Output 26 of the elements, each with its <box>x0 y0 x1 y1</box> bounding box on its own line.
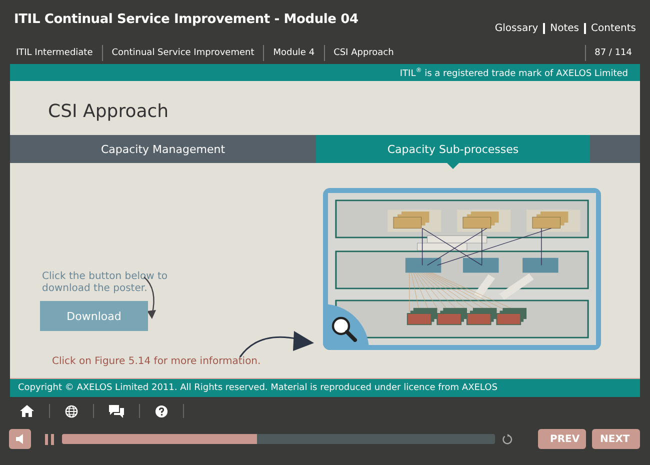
download-hint: Click the button below to download the poster. <box>42 271 169 295</box>
volume-button[interactable] <box>9 429 31 449</box>
search-icon <box>331 316 357 342</box>
breadcrumb-item: ITIL Intermediate <box>15 47 94 60</box>
header-link[interactable]: Notes <box>543 23 584 34</box>
tab-pointer-icon <box>447 163 459 169</box>
breadcrumb-item: Module 4 <box>263 45 324 61</box>
breadcrumb-item: CSI Approach <box>324 45 403 61</box>
home-icon[interactable] <box>20 405 34 417</box>
header-link[interactable]: Glossary <box>490 23 544 34</box>
progress-bar[interactable] <box>62 434 495 444</box>
globe-icon[interactable] <box>65 404 78 418</box>
page-counter: 87 / 114 <box>584 45 641 61</box>
breadcrumb-item: Continual Service Improvement <box>102 45 264 61</box>
tab[interactable]: Capacity Sub-processes <box>316 135 590 163</box>
copyright-notice: Copyright © AXELOS Limited 2011. All Rights reserved. Material is reproduced under licence from AXELOS <box>18 383 498 393</box>
header-link[interactable]: Contents <box>584 23 636 34</box>
speaker-icon <box>16 434 24 444</box>
figure-hint: Click on Figure 5.14 for more information. <box>52 356 261 367</box>
trademark-notice: ITIL$^{®}$ is a registered trade mark of AXELOS Limited <box>400 69 628 79</box>
help-icon[interactable] <box>155 404 168 418</box>
chat-icon[interactable] <box>109 404 124 418</box>
course-title: ITIL Continual Service Improvement - Module 04 <box>14 12 358 27</box>
slide-heading: CSI Approach <box>47 100 170 124</box>
pause-icon[interactable] <box>45 434 54 444</box>
replay-icon[interactable] <box>502 434 513 444</box>
